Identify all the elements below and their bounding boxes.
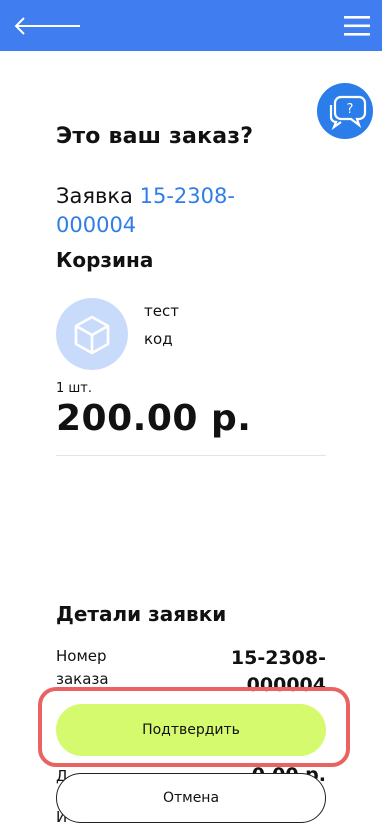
request-line: Заявка 15-2308-000004 — [56, 182, 276, 240]
cancel-button[interactable]: Отмена — [56, 773, 326, 823]
request-label: Заявка — [56, 184, 133, 208]
package-box-icon — [74, 315, 110, 355]
confirm-button[interactable]: Подтвердить — [56, 704, 326, 756]
help-chat-button[interactable]: ? — [317, 83, 373, 139]
divider — [56, 455, 326, 456]
svg-text:?: ? — [347, 102, 354, 117]
menu-button[interactable] — [344, 14, 370, 38]
hamburger-menu-icon — [344, 16, 370, 36]
page-title: Это ваш заказ? — [56, 124, 254, 149]
details-title: Детали заявки — [56, 602, 227, 626]
back-button[interactable] — [10, 12, 86, 40]
product-price: 200.00 р. — [56, 398, 252, 439]
arrow-left-icon — [14, 17, 80, 35]
top-bar — [0, 0, 382, 51]
chat-question-icon: ? — [329, 95, 367, 131]
product-code: код — [144, 330, 173, 348]
product-thumbnail — [56, 298, 128, 370]
product-quantity: 1 шт. — [56, 381, 93, 396]
product-name: тест — [144, 302, 179, 320]
order-number-label: Номер заказа — [56, 647, 109, 688]
cart-title: Корзина — [56, 248, 154, 272]
